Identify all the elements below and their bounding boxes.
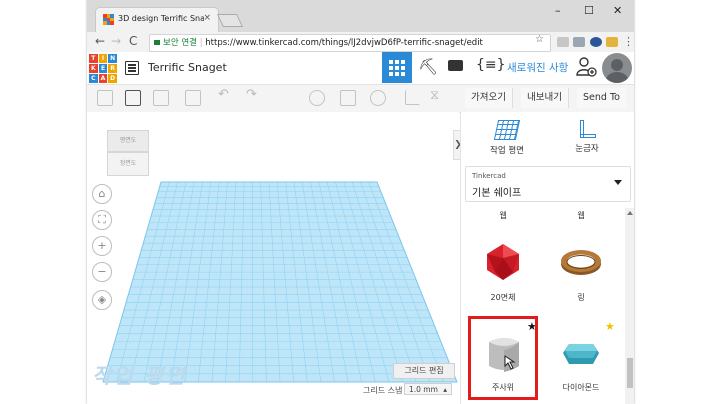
duplicate-icon[interactable] [153,90,169,106]
address-bar-row: ← → C 보안 연결 | https://www.tinkercad.com/… [87,32,634,53]
logo-letter: E [98,64,108,73]
browser-tab[interactable]: 3D design Terrific Snage × [95,7,219,33]
secure-label: 보안 연결 [163,38,197,48]
pickaxe-icon[interactable]: ⛏ [418,57,438,76]
new-tab-button[interactable] [216,14,244,27]
url-field[interactable]: 보안 연결 | https://www.tinkercad.com/things… [149,34,551,52]
app-header: T I N K E R C A D Terrific Snaget ⛏ {≡} … [87,52,634,85]
shape-grid: 웹 웹 20면체 링 ★ 주사위 ★ 다이아몬드 [461,208,625,404]
light-bulb-icon[interactable] [309,90,325,106]
library-source: Tinkercad [472,172,506,180]
back-button[interactable]: ← [95,34,105,48]
import-button[interactable]: 가져오기 [465,88,513,108]
logo-letter: N [108,54,117,63]
view-cube[interactable]: 평면도 정면도 [107,130,149,176]
project-name[interactable]: Terrific Snaget [148,61,227,74]
diamond-shape[interactable] [561,340,601,368]
scroll-thumb[interactable] [627,358,633,388]
extension-icon-4[interactable] [606,37,618,47]
edit-grid-button[interactable]: 그리드 편집 [393,363,455,379]
lock-icon [154,40,160,45]
workplane-icon [493,120,521,140]
view-cube-top[interactable]: 평면도 [107,130,149,152]
logo-letter: T [89,54,98,63]
align-icon[interactable] [405,90,420,105]
shape-label: 링 [577,293,585,302]
extension-icon[interactable] [557,37,569,47]
bookmark-star-icon[interactable]: ☆ [535,34,544,45]
chevron-up-icon: ▴ [443,385,447,394]
favorite-star-gold-icon[interactable]: ★ [605,320,615,333]
scroll-up-icon[interactable] [627,211,633,215]
snap-grid-value: 1.0 mm [409,385,438,394]
extension-icon-3[interactable] [590,37,602,47]
shape-label: 웹 [577,211,585,220]
browser-window: 3D design Terrific Snage × – ☐ ✕ ← → C 보… [87,0,634,404]
zoom-out-icon[interactable]: − [92,262,112,282]
workplane-tool-label: 작업 평면 [490,146,524,156]
group-icon[interactable] [340,90,356,106]
logo-letter: C [89,74,98,83]
mirror-icon[interactable]: ⧖ [430,88,439,103]
copy-icon[interactable] [97,90,113,106]
logo-letter: K [89,64,98,73]
library-name: 기본 쉐이프 [472,188,522,199]
panel-scrollbar[interactable] [625,208,634,404]
add-user-icon[interactable] [575,56,597,78]
logo-letter: I [98,54,108,63]
export-button[interactable]: 내보내기 [521,88,569,108]
fit-view-icon[interactable]: ⛶ [92,210,112,230]
shape-library-select[interactable]: Tinkercad 기본 쉐이프 [465,166,631,202]
paste-icon[interactable] [125,90,141,106]
home-view-icon[interactable]: ⌂ [92,184,112,204]
shapes-panel: 작업 평면 눈금자 Tinkercad 기본 쉐이프 웹 웹 20면체 링 ★ … [460,112,634,404]
icosahedron-shape[interactable] [483,242,523,282]
forward-button[interactable]: → [111,34,121,48]
user-avatar[interactable] [602,53,632,83]
send-to-button[interactable]: Send To [577,88,626,108]
shape-label: 웹 [499,211,507,220]
snap-grid-label: 그리드 스냅 [363,386,403,395]
edit-toolbar: ↶ ↷ ⧖ 가져오기 내보내기 Send To [87,85,634,113]
extension-icon-2[interactable] [573,37,585,47]
perspective-icon[interactable]: ◈ [92,290,112,310]
workplane-tool[interactable]: 작업 평면 [477,120,537,156]
workplane-viewport[interactable]: 평면도 정면도 ⌂ ⛶ + − ◈ 작업 평면 그리드 편집 그리드 스냅 1.… [87,112,459,404]
minimize-button[interactable]: – [555,4,561,17]
ring-shape[interactable] [559,248,603,278]
design-list-icon[interactable] [125,61,139,75]
3d-view-button[interactable] [382,52,412,83]
selected-shape-highlight [468,316,538,400]
snap-grid-select[interactable]: 1.0 mm ▴ [404,383,452,395]
maximize-button[interactable]: ☐ [584,4,594,17]
reload-button[interactable]: C [129,34,137,48]
tab-title: 3D design Terrific Snage [118,14,204,23]
delete-icon[interactable] [185,90,201,106]
close-window-button[interactable]: ✕ [613,4,622,17]
logo-letter: D [108,74,117,83]
view-cube-front[interactable]: 정면도 [107,152,149,176]
url-text: https://www.tinkercad.com/things/lJ2dvjw… [205,38,483,48]
ruler-tool-label: 눈금자 [575,144,599,154]
browser-menu-icon[interactable]: ⋮ [623,35,634,48]
redo-icon[interactable]: ↷ [246,87,257,102]
whats-new-link[interactable]: 새로워진 사항 [507,60,568,75]
code-blocks-icon[interactable]: {≡} [476,57,506,73]
title-bar: 3D design Terrific Snage × – ☐ ✕ [87,0,634,33]
tab-close-icon[interactable]: × [203,13,211,23]
undo-icon[interactable]: ↶ [218,87,229,102]
logo-letter: R [108,64,117,73]
ungroup-icon[interactable] [370,90,386,106]
tinkercad-logo[interactable]: T I N K E R C A D [89,54,117,83]
brick-icon[interactable] [448,60,463,71]
ruler-icon [578,120,596,138]
ruler-tool[interactable]: 눈금자 [557,120,617,154]
workplane-label: 작업 평면 [92,364,187,388]
shape-label: 20면체 [490,293,516,302]
logo-letter: A [98,74,108,83]
zoom-in-icon[interactable]: + [92,236,112,256]
shape-label: 다이아몬드 [562,383,600,392]
dropdown-caret-icon [614,180,622,185]
tinkercad-favicon [103,14,114,25]
